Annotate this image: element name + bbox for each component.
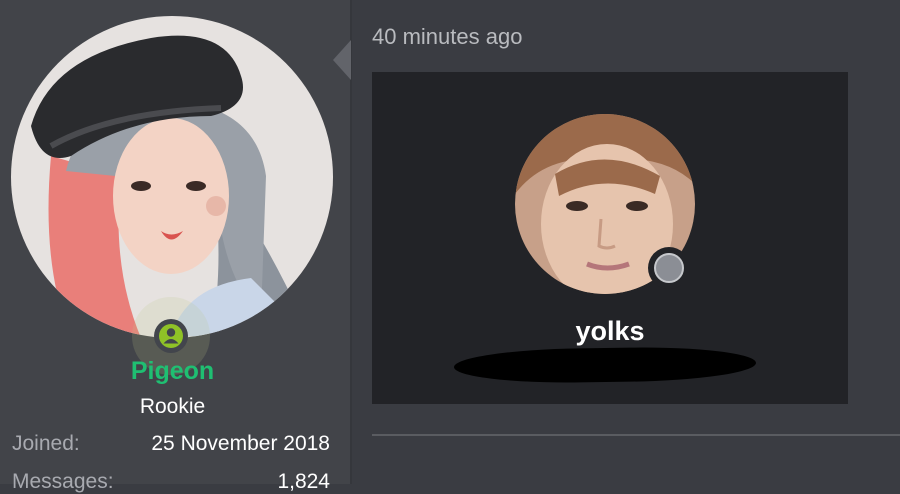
message-pointer-arrow (333, 40, 351, 80)
online-status-badge (154, 319, 188, 353)
person-icon (163, 328, 179, 344)
stat-messages-value[interactable]: 1,824 (277, 470, 330, 494)
user-title: Rookie (139, 395, 206, 418)
redaction-mark (453, 345, 757, 385)
post-timestamp[interactable]: 40 minutes ago (372, 24, 522, 50)
embedded-image[interactable]: yolks (372, 72, 848, 404)
user-sidebar: Pigeon Rookie Joined: 25 November 2018 M… (0, 0, 350, 493)
username[interactable]: Pigeon (0, 357, 345, 386)
user-avatar[interactable] (11, 16, 333, 338)
status-dot-icon (654, 253, 684, 283)
offline-status-badge (648, 247, 690, 289)
stat-messages-label: Messages: (12, 470, 114, 493)
embed-username: yolks (575, 316, 645, 346)
stat-joined-label: Joined: (12, 432, 80, 455)
post-divider (372, 434, 900, 436)
stat-joined-value: 25 November 2018 (151, 432, 330, 455)
